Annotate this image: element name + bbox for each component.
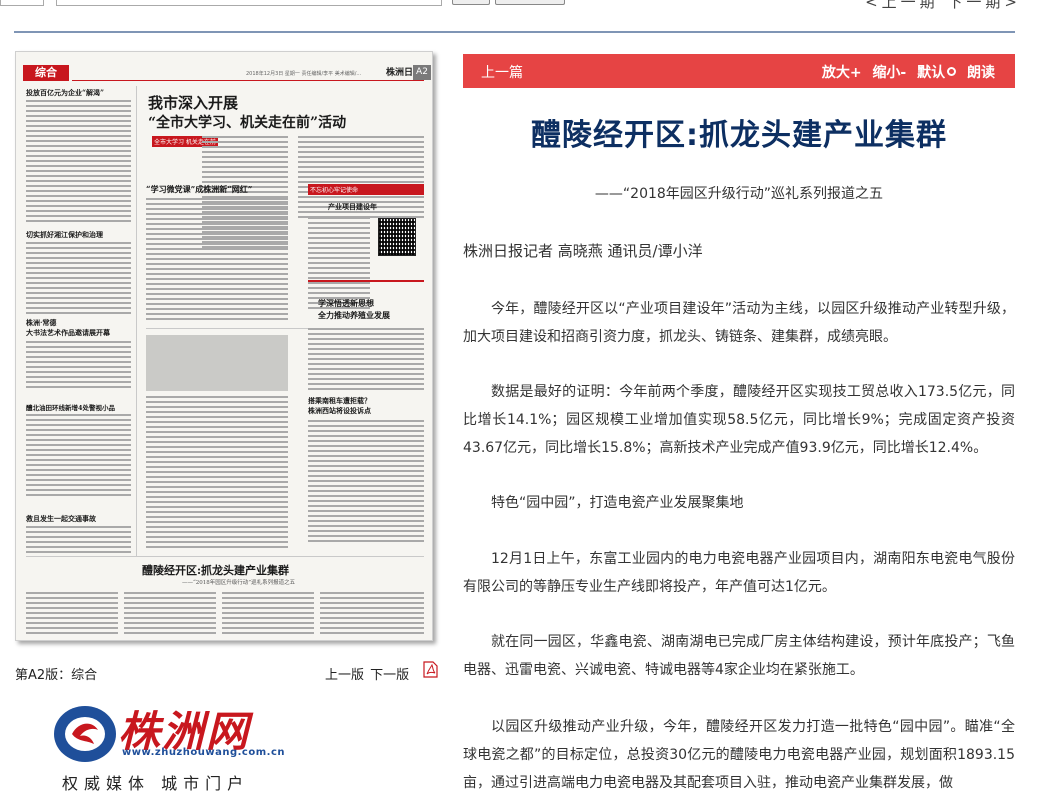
next-page-link[interactable]: 下一版 (370, 668, 409, 683)
article-paragraph: 12月1日上午，东富工业园内的电力电瓷电器产业园项目内，湖南阳东电瓷电气股份有限… (463, 551, 1015, 595)
np-bottom-headline[interactable]: 醴陵经开区:抓龙头建产业集群 (142, 562, 289, 578)
np-date-line: 2018年12月3日 星期一 责任编辑/李平 美术编辑/... (246, 71, 362, 77)
np-top-rule (72, 80, 424, 81)
np-headline[interactable]: 大书法艺术作品邀请展开幕 (26, 328, 110, 338)
period-nav[interactable]: <上一期 下一期> (865, 0, 1021, 12)
header-divider (14, 31, 1015, 33)
np-text-block (308, 328, 424, 393)
article-subtitle: ——“2018年园区升级行动”巡礼系列报道之五 (594, 186, 884, 202)
np-headline[interactable]: 搭乘南租车遭拒载？ (308, 396, 371, 406)
np-headline[interactable]: 产业项目建设年 (328, 202, 377, 212)
article-paragraph: 特色“园中园”，打造电瓷产业发展聚集地 (491, 495, 744, 511)
logo-url: www.zhuzhouwang.com.cn (122, 747, 285, 758)
prev-page-link[interactable]: 上一版 (325, 668, 364, 683)
logo-emblem-icon (54, 706, 116, 762)
np-text-block (26, 242, 131, 317)
page-nav: 上一版 下一版 (325, 664, 411, 683)
np-text-block (26, 526, 131, 556)
zoom-out-button[interactable]: 缩小- (872, 65, 906, 81)
np-headline[interactable]: “学习微党课”成株洲新“网红” (146, 184, 252, 195)
article-paragraph: 今年，醴陵经开区以“产业项目建设年”活动为主线，以园区升级推动产业转型升级，加大… (463, 301, 1015, 345)
np-red-tag: 不忘初心牢记使命 (308, 184, 424, 195)
np-headline[interactable]: 株洲·常德 (26, 318, 56, 328)
np-red-tag (308, 280, 424, 282)
top-search-bar: <上一期 下一期> (0, 0, 1057, 32)
np-page-number: A2 (413, 65, 431, 80)
np-text-block (146, 396, 288, 551)
np-text-block (308, 420, 424, 545)
np-headline[interactable]: 学深悟透新思想 (318, 298, 374, 309)
newspaper-page-image[interactable]: 综合 2018年12月3日 星期一 责任编辑/李平 美术编辑/... 株洲日报 … (15, 51, 433, 641)
default-size-label: 默认 (917, 65, 946, 81)
article-toolbar: 上一篇 放大+ 缩小- 默认 朗读 (463, 54, 1015, 88)
np-headline[interactable]: 救且发生一起交通事故 (26, 514, 96, 524)
np-section-tag: 综合 (23, 65, 69, 81)
np-text-block (146, 198, 288, 323)
np-headline[interactable]: 株洲西站将设投诉点 (308, 406, 371, 416)
article-paragraph: 就在同一园区，华鑫电瓷、湖南湖电已完成厂房主体结构建设，预计年底投产；飞鱼电器、… (463, 634, 1015, 678)
reading-tools: 放大+ 缩小- 默认 朗读 (816, 62, 995, 82)
np-text-block (222, 592, 314, 637)
search-button[interactable] (452, 0, 490, 5)
np-text-block (26, 100, 131, 225)
search-category-select[interactable] (0, 0, 44, 6)
np-photo (146, 335, 288, 391)
logo-slogan: 权威媒体 城市门户 (62, 774, 250, 793)
read-aloud-button[interactable]: 朗读 (967, 65, 995, 81)
np-text-block (320, 592, 424, 637)
article-paragraph: 以园区升级推动产业升级，今年，醴陵经开区发力打造一批特色“园中园”。瞄准“全球电… (463, 719, 1015, 791)
np-main-headline[interactable]: “全市大学习、机关走在前”活动 (148, 112, 346, 132)
circle-icon (947, 67, 957, 76)
np-main-headline[interactable]: 我市深入开展 (148, 92, 238, 113)
prev-article-link[interactable]: 上一篇 (481, 62, 523, 82)
default-size-button[interactable]: 默认 (917, 65, 957, 81)
zoom-in-button[interactable]: 放大+ (822, 65, 862, 81)
np-text-block (26, 341, 131, 391)
search-input[interactable] (56, 0, 442, 6)
site-logo[interactable]: 株洲网 www.zhuzhouwang.com.cn 权威媒体 城市门户 (50, 698, 285, 794)
page-caption: 第A2版：综合 (15, 668, 98, 683)
np-column-rule (136, 86, 137, 556)
np-text-block (26, 414, 131, 499)
np-qr-code (378, 218, 416, 256)
article-title: 醴陵经开区:抓龙头建产业集群 (531, 118, 947, 153)
np-text-block (26, 592, 118, 637)
pdf-icon[interactable] (423, 661, 438, 678)
np-headline[interactable]: 全力推动养殖业发展 (318, 310, 390, 321)
np-bottom-subtitle: ——“2018年园区升级行动”巡礼系列报道之五 (182, 580, 296, 586)
article-byline: 株洲日报记者 高晓燕 通讯员/谭小洋 (463, 242, 703, 260)
np-headline[interactable]: 投放百亿元为企业“解渴” (26, 88, 104, 98)
np-headline[interactable]: 醴北油田环线新增4处警视小品 (26, 402, 115, 412)
article-paragraph: 数据是最好的证明：今年前两个季度，醴陵经开区实现技工贸总收入173.5亿元，同比… (463, 384, 1015, 456)
np-text-block (124, 592, 216, 637)
advanced-search-button[interactable] (495, 0, 565, 5)
np-horizontal-rule (26, 556, 424, 557)
np-headline[interactable]: 切实抓好湘江保护和治理 (26, 230, 103, 240)
